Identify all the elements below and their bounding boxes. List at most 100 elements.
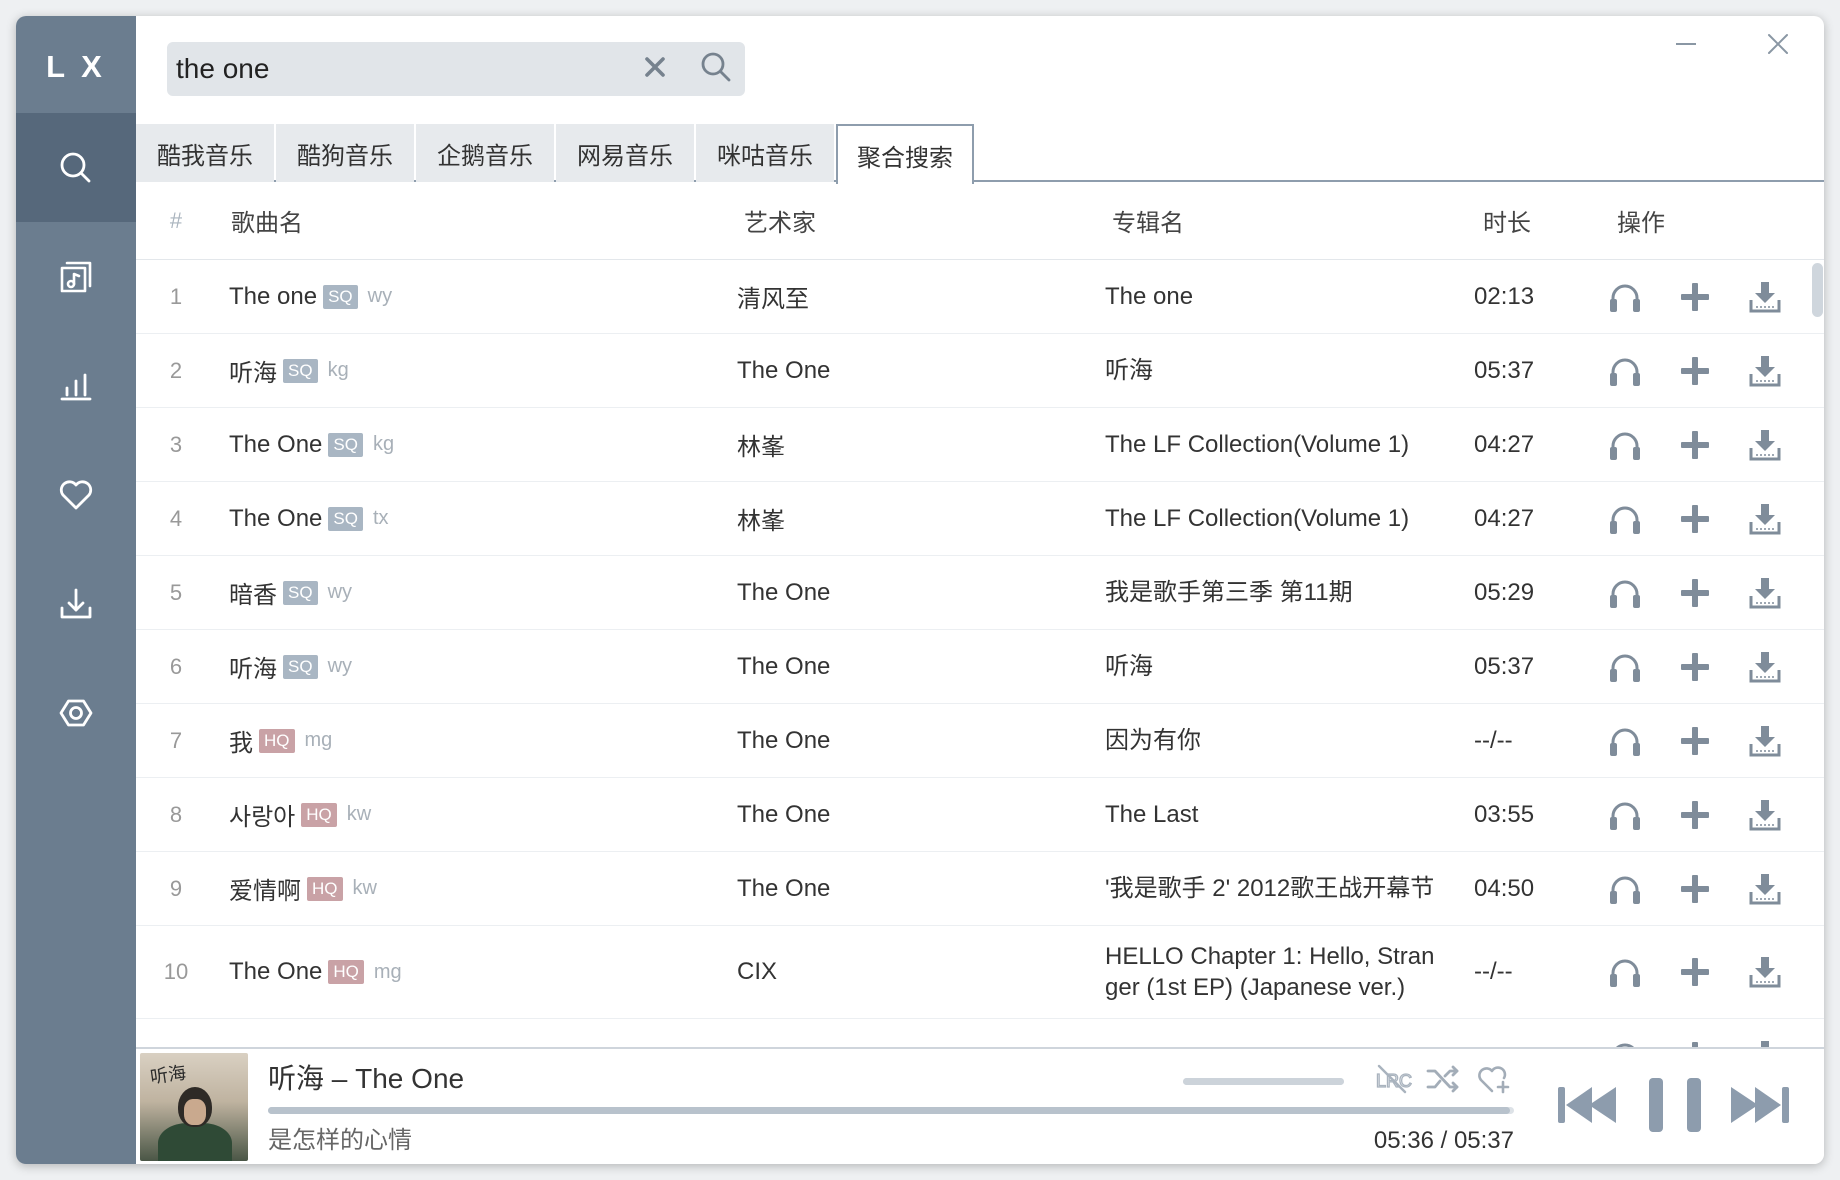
download-button[interactable] [1745, 649, 1785, 685]
time-separator: / [1440, 1127, 1448, 1154]
tab-migu[interactable]: 咪咕音乐 [696, 124, 834, 182]
table-row[interactable]: 7 我 HQ mg The One 因为有你 --/-- [136, 704, 1824, 778]
source-tag: mg [304, 729, 333, 751]
album-name: 因为有你 [1105, 727, 1201, 754]
sidebar-item-downloads[interactable] [16, 549, 136, 658]
table-row[interactable]: 3 The One SQ kg 林峯 The LF Collection(Volume 1… [136, 408, 1824, 482]
tab-qq[interactable]: 企鹅音乐 [416, 124, 554, 182]
add-to-list-button[interactable] [1675, 575, 1715, 611]
play-button[interactable] [1605, 427, 1645, 463]
add-to-list-button[interactable] [1675, 954, 1715, 990]
table-row[interactable]: 1 The one SQ wy 清风至 The one 02:13 [136, 260, 1824, 334]
close-button[interactable] [1758, 26, 1798, 66]
add-to-list-button[interactable] [1675, 501, 1715, 537]
next-button[interactable] [1723, 1084, 1791, 1130]
plus-icon [1678, 502, 1712, 536]
play-button[interactable] [1605, 797, 1645, 833]
play-button[interactable] [1605, 279, 1645, 315]
volume-slider[interactable] [1183, 1078, 1344, 1085]
sidebar-item-settings[interactable] [16, 658, 136, 767]
play-button[interactable] [1605, 575, 1645, 611]
tab-kuwo[interactable]: 酷我音乐 [136, 124, 274, 182]
row-index: 1 [169, 283, 183, 309]
add-to-list-button[interactable] [1675, 797, 1715, 833]
play-button[interactable] [1605, 1038, 1645, 1047]
download-button[interactable] [1745, 723, 1785, 759]
pause-button[interactable] [1647, 1077, 1703, 1134]
song-cell: 听海 SQ kg [229, 353, 737, 388]
table-row[interactable]: 6 听海 SQ wy The One 听海 05:37 [136, 630, 1824, 704]
quality-badge: SQ [328, 432, 363, 457]
row-index: 8 [169, 801, 183, 827]
table-row[interactable]: 8 사랑아 HQ kw The One The Last 03:55 [136, 778, 1824, 852]
download-button[interactable] [1745, 797, 1785, 833]
table-row[interactable]: 4 The One SQ tx 林峯 The LF Collection(Volume 1… [136, 482, 1824, 556]
sidebar-item-search[interactable] [16, 113, 136, 222]
close-icon [1766, 32, 1790, 61]
add-to-list-button[interactable] [1675, 1038, 1715, 1047]
play-button[interactable] [1605, 353, 1645, 389]
tab-aggregate-search[interactable]: 聚合搜索 [836, 124, 974, 184]
download-button[interactable] [1745, 353, 1785, 389]
plus-icon [1678, 798, 1712, 832]
album-cell: The LF Collection(Volume 1) [1105, 429, 1474, 460]
previous-button[interactable] [1556, 1084, 1624, 1130]
song-cell: 爱情啊 HQ kw [229, 871, 737, 906]
sidebar-item-song-list[interactable] [16, 222, 136, 331]
download-button[interactable] [1745, 501, 1785, 537]
results-list[interactable]: 1 The one SQ wy 清风至 The one 02:13 2 听海 SQ kg The On… [136, 260, 1824, 1047]
song-name: The one [229, 282, 318, 310]
play-button[interactable] [1605, 871, 1645, 907]
quality-badge: SQ [328, 506, 363, 531]
search-button[interactable] [697, 50, 735, 88]
scrollbar-thumb[interactable] [1812, 263, 1823, 317]
download-button[interactable] [1745, 575, 1785, 611]
header-duration: 时长 [1483, 210, 1531, 237]
album-name: '我是歌手 2' 2012歌王战开幕节 [1105, 875, 1435, 902]
add-favorite-button[interactable] [1475, 1064, 1513, 1098]
download-icon [1748, 280, 1782, 314]
add-to-list-button[interactable] [1675, 279, 1715, 315]
tab-kugou[interactable]: 酷狗音乐 [276, 124, 414, 182]
play-button[interactable] [1605, 649, 1645, 685]
add-to-list-button[interactable] [1675, 871, 1715, 907]
download-button[interactable] [1745, 279, 1785, 315]
add-to-list-button[interactable] [1675, 353, 1715, 389]
tab-netease[interactable]: 网易音乐 [556, 124, 694, 182]
song-name: 爱情啊 [229, 878, 301, 905]
album-name: The LF Collection(Volume 1) [1105, 505, 1410, 532]
add-to-list-button[interactable] [1675, 427, 1715, 463]
lyrics-toggle-button[interactable]: LRC [1374, 1064, 1413, 1098]
download-button[interactable] [1745, 954, 1785, 990]
sidebar-item-leaderboard[interactable] [16, 331, 136, 440]
play-button[interactable] [1605, 723, 1645, 759]
table-row[interactable]: 2 听海 SQ kg The One 听海 05:37 [136, 334, 1824, 408]
table-row[interactable]: 9 爱情啊 HQ kw The One '我是歌手 2' 2012歌王战开幕节 04:50 [136, 852, 1824, 926]
add-to-list-button[interactable] [1675, 723, 1715, 759]
table-row[interactable]: 5 暗香 SQ wy The One 我是歌手第三季 第11期 05:29 [136, 556, 1824, 630]
add-to-list-button[interactable] [1675, 649, 1715, 685]
play-button[interactable] [1605, 501, 1645, 537]
download-button[interactable] [1745, 1038, 1785, 1047]
minimize-button[interactable] [1666, 26, 1706, 66]
progress-bar[interactable] [268, 1107, 1514, 1114]
album-cell: 听海 [1105, 651, 1474, 682]
heart-plus-icon [1477, 1064, 1511, 1099]
search-input[interactable] [176, 42, 616, 96]
song-cell: 听海 SQ wy [229, 649, 737, 684]
download-button[interactable] [1745, 871, 1785, 907]
clear-search-button[interactable] [638, 52, 672, 86]
song-name: The One [229, 504, 323, 532]
source-tag: mg [373, 960, 402, 983]
table-row[interactable]: 10 The One HQ mg CIX HELLO Chapter 1: Hello, … [136, 926, 1824, 1019]
download-button[interactable] [1745, 427, 1785, 463]
play-button[interactable] [1605, 954, 1645, 990]
table-row-partial[interactable] [136, 1019, 1824, 1047]
source-tag: wy [367, 285, 393, 307]
sidebar-item-favorites[interactable] [16, 440, 136, 549]
song-cell: 사랑아 HQ kw [229, 797, 737, 832]
shuffle-button[interactable] [1424, 1064, 1462, 1098]
album-art[interactable]: 听海 [140, 1053, 248, 1161]
header-album: 专辑名 [1112, 210, 1184, 237]
artist-name: CIX [737, 958, 778, 985]
